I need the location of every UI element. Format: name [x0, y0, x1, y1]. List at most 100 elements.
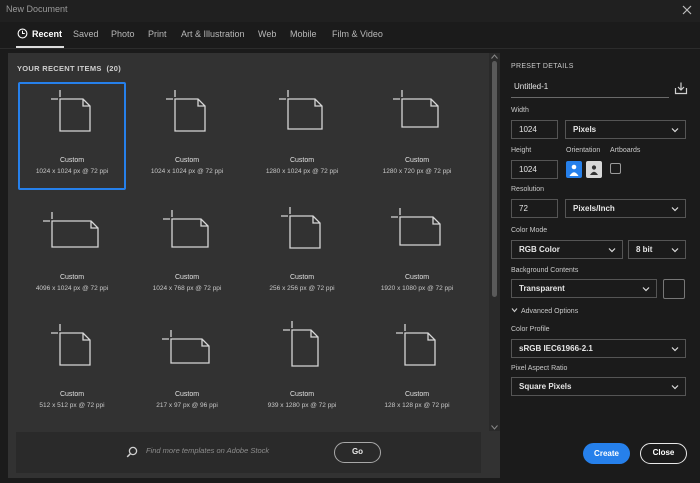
recent-item-dimensions: 256 x 256 px @ 72 ppi — [269, 285, 335, 292]
chevron-down-icon — [608, 248, 616, 253]
resolution-unit-select[interactable]: Pixels/Inch — [565, 199, 686, 218]
background-label: Background Contents — [511, 267, 579, 274]
orientation-portrait-button[interactable] — [566, 161, 582, 178]
document-icon — [391, 208, 441, 246]
resolution-input[interactable]: 72 — [511, 199, 558, 218]
scroll-down-icon[interactable] — [491, 425, 498, 430]
recent-item-dimensions: 939 x 1280 px @ 72 ppi — [267, 402, 337, 409]
recent-item-dimensions: 1280 x 1024 px @ 72 ppi — [265, 168, 339, 175]
tab-label: Mobile — [290, 29, 317, 39]
document-icon — [393, 90, 439, 128]
search-input[interactable]: Find more templates on Adobe Stock — [146, 446, 269, 455]
go-button[interactable]: Go — [334, 442, 381, 463]
pixel-aspect-label: Pixel Aspect Ratio — [511, 365, 568, 372]
portrait-icon — [569, 164, 579, 176]
pixel-aspect-select[interactable]: Square Pixels — [511, 377, 686, 396]
bit-depth-select[interactable]: 8 bit — [628, 240, 686, 259]
recent-item[interactable]: Custom 217 x 97 px @ 96 ppi — [133, 316, 241, 424]
recent-item-dimensions: 1024 x 1024 px @ 72 ppi — [35, 168, 109, 175]
document-icon — [396, 324, 436, 366]
recent-items-title: YOUR RECENT ITEMS (20) — [17, 64, 121, 73]
color-profile-select[interactable]: sRGB IEC61966-2.1 — [511, 339, 686, 358]
color-mode-select[interactable]: RGB Color — [511, 240, 623, 259]
recent-items-panel: YOUR RECENT ITEMS (20) Custom 1024 x 1024… — [8, 53, 500, 478]
advanced-options-toggle[interactable]: Advanced Options — [511, 307, 578, 315]
height-input[interactable]: 1024 — [511, 160, 558, 179]
chevron-down-icon — [642, 287, 650, 292]
recent-item[interactable]: Custom 1024 x 1024 px @ 72 ppi — [18, 82, 126, 190]
document-name-input[interactable]: Untitled-1 — [511, 81, 669, 98]
recent-item-name: Custom — [404, 391, 430, 398]
chevron-down-icon — [671, 207, 679, 212]
recent-item-dimensions: 1920 x 1080 px @ 72 ppi — [380, 285, 454, 292]
recent-item[interactable]: Custom 1280 x 1024 px @ 72 ppi — [248, 82, 356, 190]
width-label: Width — [511, 107, 529, 114]
document-icon — [51, 90, 91, 132]
recent-item-name: Custom — [174, 391, 200, 398]
recent-item-dimensions: 4096 x 1024 px @ 72 ppi — [35, 285, 109, 292]
scrollbar[interactable] — [489, 53, 500, 431]
recent-item-dimensions: 1280 x 720 px @ 72 ppi — [382, 168, 452, 175]
resolution-unit-value: Pixels/Inch — [573, 204, 615, 213]
color-mode-value: RGB Color — [519, 245, 560, 254]
resolution-label: Resolution — [511, 186, 545, 193]
recent-item-name: Custom — [174, 157, 200, 164]
recent-item[interactable]: Custom 1024 x 768 px @ 72 ppi — [133, 199, 241, 307]
document-icon — [166, 90, 206, 132]
recent-item[interactable]: Custom 256 x 256 px @ 72 ppi — [248, 199, 356, 307]
search-icon — [126, 446, 138, 458]
window-title: New Document — [6, 4, 68, 14]
color-profile-value: sRGB IEC61966-2.1 — [519, 344, 593, 353]
chevron-down-icon — [671, 347, 679, 352]
chevron-down-icon — [671, 248, 679, 253]
pixel-aspect-value: Square Pixels — [519, 382, 572, 391]
tab-recent[interactable]: Recent — [15, 28, 65, 48]
tab-web[interactable]: Web — [258, 29, 276, 39]
recent-item-name: Custom — [174, 274, 200, 281]
save-preset-icon[interactable] — [674, 81, 688, 95]
width-unit-value: Pixels — [573, 125, 597, 134]
recent-item[interactable]: Custom 512 x 512 px @ 72 ppi — [18, 316, 126, 424]
tab-art-illustration[interactable]: Art & Illustration — [181, 29, 245, 39]
artboards-checkbox[interactable] — [610, 163, 621, 174]
preset-details-title: PRESET DETAILS — [511, 63, 574, 70]
bit-depth-value: 8 bit — [636, 245, 653, 254]
background-select[interactable]: Transparent — [511, 279, 657, 298]
recent-item-name: Custom — [59, 391, 85, 398]
tab-label: Photo — [111, 29, 135, 39]
tab-label: Print — [148, 29, 167, 39]
width-input[interactable]: 1024 — [511, 120, 558, 139]
advanced-options-label: Advanced Options — [521, 308, 579, 315]
tab-label: Art & Illustration — [181, 29, 245, 39]
recent-item-name: Custom — [59, 274, 85, 281]
recent-item[interactable]: Custom 1920 x 1080 px @ 72 ppi — [363, 199, 471, 307]
recent-item[interactable]: Custom 1280 x 720 px @ 72 ppi — [363, 82, 471, 190]
recent-item[interactable]: Custom 939 x 1280 px @ 72 ppi — [248, 316, 356, 424]
tab-film-video[interactable]: Film & Video — [332, 29, 383, 39]
background-color-swatch[interactable] — [663, 279, 685, 299]
create-button[interactable]: Create — [583, 443, 630, 464]
document-icon — [51, 324, 91, 366]
scrollbar-thumb[interactable] — [492, 61, 497, 297]
tab-saved[interactable]: Saved — [73, 29, 99, 39]
orientation-label: Orientation — [566, 147, 601, 154]
tab-print[interactable]: Print — [148, 29, 167, 39]
recent-item[interactable]: Custom 128 x 128 px @ 72 ppi — [363, 316, 471, 424]
artboards-label: Artboards — [610, 147, 641, 154]
close-icon[interactable] — [680, 3, 694, 17]
recent-item[interactable]: Custom 4096 x 1024 px @ 72 ppi — [18, 199, 126, 307]
tab-mobile[interactable]: Mobile — [290, 29, 317, 39]
recent-item-name: Custom — [289, 157, 315, 164]
color-profile-label: Color Profile — [511, 326, 550, 333]
preset-details-panel: PRESET DETAILS Untitled-1 Width 1024 Pix… — [503, 53, 700, 483]
orientation-landscape-button[interactable] — [586, 161, 602, 178]
recent-item-name: Custom — [404, 157, 430, 164]
recent-item[interactable]: Custom 1024 x 1024 px @ 72 ppi — [133, 82, 241, 190]
scroll-up-icon[interactable] — [491, 54, 498, 59]
close-button[interactable]: Close — [640, 443, 687, 464]
document-icon — [162, 330, 210, 364]
recent-item-dimensions: 512 x 512 px @ 72 ppi — [39, 402, 105, 409]
document-icon — [283, 321, 319, 367]
tab-photo[interactable]: Photo — [111, 29, 135, 39]
width-unit-select[interactable]: Pixels — [565, 120, 686, 139]
